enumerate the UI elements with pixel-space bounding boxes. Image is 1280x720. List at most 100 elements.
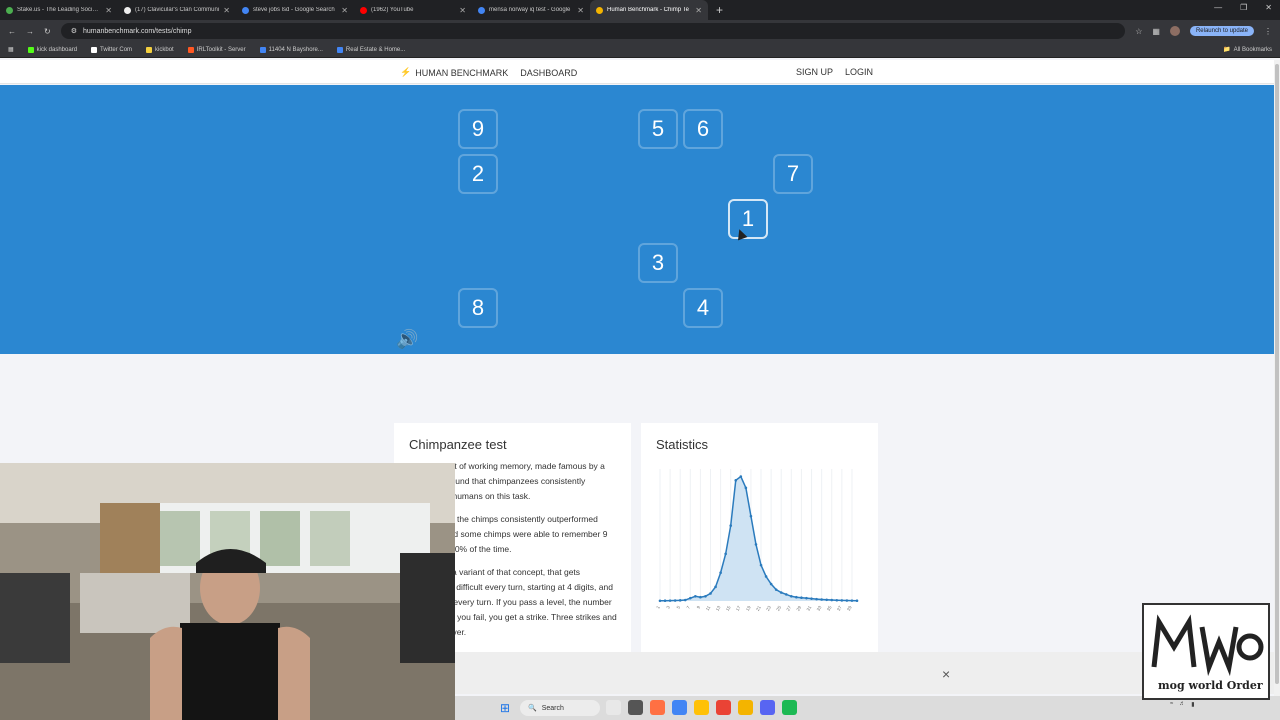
bookmark-label: IRLToolkit - Server	[196, 46, 246, 53]
distribution-area	[660, 476, 857, 601]
tab-close-icon[interactable]: ✕	[223, 6, 230, 15]
grid-cell[interactable]: 4	[683, 288, 723, 328]
bookmark-item[interactable]: 11404 N Bayshore...	[259, 46, 323, 53]
back-icon[interactable]: ←	[8, 27, 16, 36]
reload-icon[interactable]: ↻	[44, 27, 51, 36]
data-point	[689, 596, 692, 600]
window-controls: — ❐ ✕	[1214, 3, 1272, 12]
tab-close-icon[interactable]: ✕	[577, 6, 584, 15]
bookmark-star-icon[interactable]: ☆	[1135, 27, 1142, 36]
relaunch-button[interactable]: Relaunch to update	[1189, 26, 1254, 36]
taskbar-app-icon[interactable]	[606, 700, 621, 715]
browser-tab[interactable]: steve jobs lsd - Google Search ✕	[236, 0, 354, 20]
data-point	[709, 592, 712, 595]
data-point	[845, 599, 849, 602]
grid-cell[interactable]: 3	[638, 243, 678, 283]
tab-close-icon[interactable]: ✕	[341, 6, 348, 15]
data-point	[759, 563, 763, 567]
login-link[interactable]: LOGIN	[845, 67, 873, 77]
forward-icon[interactable]: →	[26, 27, 34, 36]
taskbar-app-icon[interactable]	[760, 700, 775, 715]
data-point	[784, 593, 788, 596]
tab-label: Human Benchmark - Chimp Te	[607, 7, 689, 13]
x-tick-label: 21	[755, 605, 762, 612]
grid-cell[interactable]: 9	[458, 109, 498, 149]
statistics-title: Statistics	[656, 437, 709, 452]
x-tick-label: 31	[806, 605, 813, 612]
grid-cell[interactable]: 1	[728, 199, 768, 239]
browser-tab[interactable]: (1962) YouTube ✕	[354, 0, 472, 20]
signup-link[interactable]: SIGN UP	[796, 67, 833, 77]
close-banner-icon[interactable]: ×	[942, 666, 950, 682]
page-scrollbar[interactable]	[1274, 60, 1280, 700]
battery-icon[interactable]: ▮	[1191, 701, 1194, 708]
browser-tab[interactable]: Human Benchmark - Chimp Te ✕	[590, 0, 708, 20]
all-bookmarks-button[interactable]: 📁 All Bookmarks	[1223, 46, 1272, 54]
bookmark-favicon	[259, 46, 266, 53]
address-bar[interactable]: ⚙ humanbenchmark.com/tests/chimp	[60, 23, 1126, 39]
taskbar-app-icon[interactable]	[782, 700, 797, 715]
x-tick-label: 11	[705, 605, 712, 612]
grid-cell[interactable]: 5	[638, 109, 678, 149]
grid-cell[interactable]: 7	[773, 154, 813, 194]
grid-cell[interactable]: 2	[458, 154, 498, 194]
close-window-icon[interactable]: ✕	[1265, 3, 1272, 12]
tab-favicon	[478, 6, 485, 14]
x-tick-label: 19	[745, 605, 752, 612]
taskbar-app-icon[interactable]	[738, 700, 753, 715]
tab-close-icon[interactable]: ✕	[695, 6, 702, 15]
wifi-icon[interactable]: ≈	[1170, 701, 1173, 708]
apps-grid-icon[interactable]: ▦	[8, 46, 14, 53]
windows-start-icon[interactable]: ⊞	[500, 701, 514, 715]
data-point	[658, 599, 662, 603]
bookmarks-bar: ▦ kick dashboard Twitter Com kickbot IRLToo…	[0, 42, 1280, 58]
data-point	[795, 595, 798, 599]
data-point	[855, 599, 859, 603]
menu-kebab-icon[interactable]: ⋮	[1264, 27, 1272, 36]
all-bookmarks-label: All Bookmarks	[1233, 46, 1272, 53]
minimize-icon[interactable]: —	[1214, 3, 1222, 12]
grid-cell[interactable]: 6	[683, 109, 723, 149]
grid-cell[interactable]: 8	[458, 288, 498, 328]
bookmark-item[interactable]: Real Estate & Home...	[336, 46, 405, 53]
data-point	[678, 599, 682, 602]
tab-close-icon[interactable]: ✕	[105, 6, 112, 15]
tab-close-icon[interactable]: ✕	[459, 6, 466, 15]
browser-tab[interactable]: (17) Clavicular's Clan Communi ✕	[118, 0, 236, 20]
data-point	[729, 524, 733, 527]
x-tick-label: 9	[696, 605, 702, 610]
browser-tab[interactable]: Stake.us - The Leading Social C ✕	[0, 0, 118, 20]
bookmark-item[interactable]: kickbot	[146, 46, 174, 53]
browser-tab[interactable]: mensa norway iq test - Google ✕	[472, 0, 590, 20]
brand-link[interactable]: HUMAN BENCHMARK	[415, 68, 508, 78]
extensions-icon[interactable]: ▦	[1152, 27, 1160, 36]
data-point	[704, 594, 707, 598]
volume-icon[interactable]: ♬	[1179, 701, 1185, 708]
bookmark-item[interactable]: Twitter Com	[91, 46, 132, 53]
chimp-test-board: 9 5 6 2 7 1 3 8 4 🔊	[0, 85, 1274, 354]
site-info-icon[interactable]: ⚙	[71, 27, 77, 35]
x-tick-label: 29	[795, 605, 802, 612]
speaker-icon[interactable]: 🔊	[396, 329, 418, 350]
dashboard-link[interactable]: DASHBOARD	[520, 68, 577, 78]
restore-icon[interactable]: ❐	[1240, 3, 1247, 12]
scrollbar-thumb[interactable]	[1275, 64, 1279, 684]
taskbar-app-icon[interactable]	[650, 700, 665, 715]
profile-avatar[interactable]	[1169, 26, 1180, 36]
taskbar-app-icon[interactable]	[694, 700, 709, 715]
taskbar-app-icon[interactable]	[716, 700, 731, 715]
bookmark-favicon	[146, 46, 153, 53]
data-point	[724, 552, 727, 556]
taskbar-app-icon[interactable]	[672, 700, 687, 715]
bookmark-item[interactable]: kick dashboard	[27, 46, 77, 53]
data-point	[815, 597, 818, 601]
taskbar-apps	[606, 700, 797, 715]
browser-toolbar: ← → ↻ ⚙ humanbenchmark.com/tests/chimp ☆…	[0, 20, 1280, 42]
taskbar-app-icon[interactable]	[628, 700, 643, 715]
new-tab-icon[interactable]: +	[708, 3, 731, 17]
webcam-feed-image	[0, 463, 455, 720]
bookmark-item[interactable]: IRLToolkit - Server	[187, 46, 246, 53]
taskbar-search[interactable]: 🔍 Search	[520, 700, 600, 716]
data-point	[805, 596, 808, 600]
tab-label: (1962) YouTube	[371, 7, 414, 13]
